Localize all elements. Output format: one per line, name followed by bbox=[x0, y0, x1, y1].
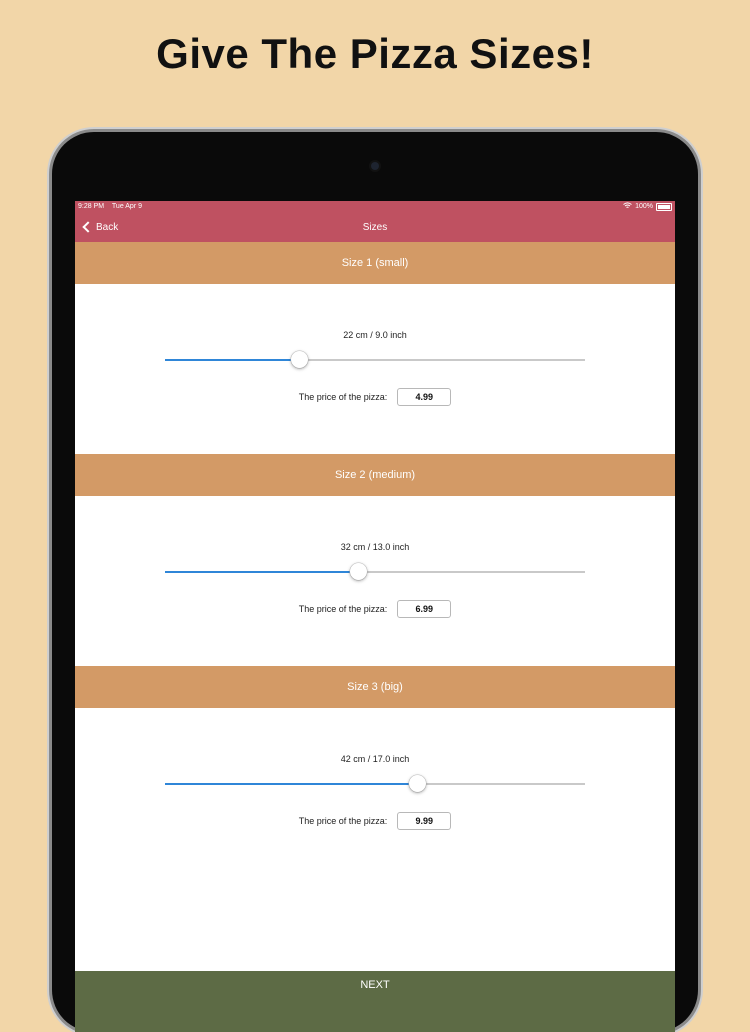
size-value-label: 42 cm / 17.0 inch bbox=[340, 754, 410, 764]
slider-thumb[interactable] bbox=[291, 351, 309, 368]
slider-fill bbox=[165, 783, 417, 785]
size-value-label: 22 cm / 9.0 inch bbox=[343, 330, 407, 340]
back-button[interactable]: Back bbox=[82, 212, 118, 242]
back-label: Back bbox=[96, 221, 119, 233]
section-header-size-2: Size 2 (medium) bbox=[75, 454, 675, 496]
chevron-left-icon bbox=[82, 221, 94, 233]
section-title: Size 3 (big) bbox=[347, 681, 403, 693]
nav-title: Sizes bbox=[362, 221, 388, 233]
price-input[interactable]: 9.99 bbox=[397, 812, 452, 830]
status-time: 9:28 PM bbox=[78, 203, 105, 210]
navigation-bar: Back Sizes bbox=[75, 212, 675, 242]
section-header-size-1: Size 1 (small) bbox=[75, 242, 675, 284]
section-header-size-3: Size 3 (big) bbox=[75, 666, 675, 708]
app-screen: 9:28 PM Tue Apr 9 100% Back Sizes Size 1… bbox=[75, 201, 675, 1032]
slider-fill bbox=[165, 359, 300, 361]
slider-thumb[interactable] bbox=[350, 563, 368, 580]
camera-dot bbox=[371, 162, 379, 170]
size-section-2: 32 cm / 13.0 inch The price of the pizza… bbox=[75, 496, 675, 666]
slider-thumb[interactable] bbox=[409, 775, 426, 792]
size-slider[interactable] bbox=[165, 351, 585, 368]
battery-icon bbox=[656, 202, 672, 211]
next-label: NEXT bbox=[360, 979, 390, 991]
section-title: Size 2 (medium) bbox=[334, 469, 416, 481]
section-title: Size 1 (small) bbox=[341, 257, 409, 269]
promo-headline: Give The Pizza Sizes! bbox=[156, 30, 594, 77]
price-label: The price of the pizza: bbox=[298, 816, 388, 826]
size-section-3: 42 cm / 17.0 inch The price of the pizza… bbox=[75, 708, 675, 878]
next-button[interactable]: NEXT bbox=[75, 971, 675, 1032]
status-bar: 9:28 PM Tue Apr 9 100% bbox=[75, 201, 675, 212]
tablet-frame: 9:28 PM Tue Apr 9 100% Back Sizes Size 1… bbox=[52, 132, 698, 1032]
price-input[interactable]: 4.99 bbox=[397, 388, 452, 406]
size-section-1: 22 cm / 9.0 inch The price of the pizza:… bbox=[75, 284, 675, 454]
price-label: The price of the pizza: bbox=[298, 392, 388, 402]
status-date: Tue Apr 9 bbox=[111, 203, 142, 210]
size-slider[interactable] bbox=[165, 775, 585, 792]
price-label: The price of the pizza: bbox=[298, 604, 388, 614]
wifi-icon bbox=[623, 202, 632, 211]
price-input[interactable]: 6.99 bbox=[397, 600, 452, 618]
size-slider[interactable] bbox=[165, 563, 585, 580]
size-value-label: 32 cm / 13.0 inch bbox=[340, 542, 410, 552]
battery-percent: 100% bbox=[635, 203, 653, 210]
slider-fill bbox=[165, 571, 359, 573]
